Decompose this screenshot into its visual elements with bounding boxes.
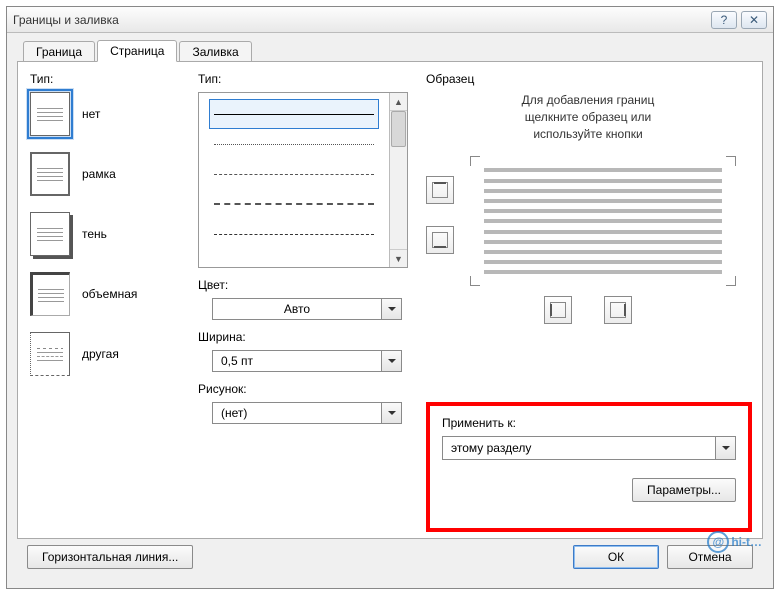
edge-top-button[interactable] [426, 176, 454, 204]
button-label: Отмена [688, 550, 731, 564]
scroll-up-icon[interactable]: ▲ [390, 93, 407, 111]
apply-to-value: этому разделу [451, 441, 531, 455]
preview-column: Образец Для добавления границ щелкните о… [426, 72, 750, 530]
edge-left-button[interactable] [544, 296, 572, 324]
edge-buttons-vertical [426, 176, 454, 286]
chevron-down-icon[interactable] [382, 298, 402, 320]
apply-to-label: Применить к: [442, 416, 736, 430]
width-combo[interactable]: 0,5 пт [212, 350, 402, 372]
line-style-item[interactable] [209, 219, 379, 249]
setting-label-text: нет [82, 107, 100, 121]
setting-label-text: рамка [82, 167, 116, 181]
preview-text-lines [484, 168, 722, 274]
art-label: Рисунок: [198, 382, 408, 396]
color-label: Цвет: [198, 278, 408, 292]
preview-corner [726, 276, 736, 286]
dialog-content: Граница Страница Заливка Тип: нет [7, 33, 773, 588]
edge-buttons-horizontal [426, 296, 750, 324]
setting-none[interactable]: нет [30, 92, 180, 136]
setting-none-icon [30, 92, 70, 136]
setting-box[interactable]: рамка [30, 152, 180, 196]
preview-corner [470, 276, 480, 286]
width-value: 0,5 пт [221, 354, 253, 368]
preview-area [426, 156, 750, 286]
scroll-down-icon[interactable]: ▼ [390, 249, 407, 267]
preview-hint-line: щелкните образец или [426, 109, 750, 126]
color-value: Авто [284, 302, 310, 316]
preview-corner [470, 156, 480, 166]
tab-border[interactable]: Граница [23, 41, 95, 62]
line-style-item[interactable] [209, 99, 379, 129]
art-combo[interactable]: (нет) [212, 402, 402, 424]
ok-button[interactable]: ОК [573, 545, 659, 569]
chevron-down-icon[interactable] [382, 402, 402, 424]
options-button-label: Параметры... [647, 483, 721, 497]
close-button[interactable]: ✕ [741, 11, 767, 29]
preview-hint-line: используйте кнопки [426, 126, 750, 143]
close-icon: ✕ [749, 13, 759, 27]
setting-label-text: тень [82, 227, 107, 241]
scroll-thumb[interactable] [391, 111, 406, 147]
setting-shadow-icon [30, 212, 70, 256]
page-preview[interactable] [462, 156, 744, 286]
edge-right-icon [610, 302, 626, 318]
setting-box-icon [30, 152, 70, 196]
edge-left-icon [550, 302, 566, 318]
style-column: Тип: ▲ ▼ [198, 72, 408, 530]
preview-corner [726, 156, 736, 166]
setting-label: Тип: [30, 72, 180, 86]
setting-3d[interactable]: объемная [30, 272, 180, 316]
titlebar: Границы и заливка ? ✕ [7, 7, 773, 33]
button-label: Горизонтальная линия... [42, 550, 178, 564]
borders-shading-dialog: Границы и заливка ? ✕ Граница Страница З… [6, 6, 774, 589]
chevron-down-icon[interactable] [382, 350, 402, 372]
setting-shadow[interactable]: тень [30, 212, 180, 256]
width-label: Ширина: [198, 330, 408, 344]
help-icon: ? [721, 13, 728, 27]
line-style-scrollbar[interactable]: ▲ ▼ [389, 93, 407, 267]
tab-panel: Тип: нет рамка [17, 61, 763, 539]
color-combo[interactable]: Авто [212, 298, 402, 320]
setting-column: Тип: нет рамка [30, 72, 180, 530]
line-style-item[interactable] [209, 189, 379, 219]
tab-label: Страница [110, 44, 164, 58]
style-type-label: Тип: [198, 72, 408, 86]
line-style-list-body [199, 93, 389, 267]
dialog-button-row: Горизонтальная линия... ОК Отмена [17, 539, 763, 579]
setting-label-text: другая [82, 347, 119, 361]
button-label: ОК [608, 550, 624, 564]
apply-to-group: Применить к: этому разделу Параметры... [426, 402, 752, 532]
edge-bottom-button[interactable] [426, 226, 454, 254]
edge-bottom-icon [432, 232, 448, 248]
cancel-button[interactable]: Отмена [667, 545, 753, 569]
tab-shading[interactable]: Заливка [179, 41, 251, 62]
chevron-down-icon[interactable] [716, 436, 736, 460]
preview-hint-line: Для добавления границ [426, 92, 750, 109]
art-value: (нет) [221, 406, 247, 420]
window-title: Границы и заливка [13, 13, 707, 27]
apply-to-combo[interactable]: этому разделу [442, 436, 736, 460]
horizontal-line-button[interactable]: Горизонтальная линия... [27, 545, 193, 569]
setting-label-text: объемная [82, 287, 137, 301]
edge-right-button[interactable] [604, 296, 632, 324]
setting-custom[interactable]: другая [30, 332, 180, 376]
preview-hint: Для добавления границ щелкните образец и… [426, 92, 750, 142]
tab-page[interactable]: Страница [97, 40, 177, 62]
tab-label: Граница [36, 45, 82, 59]
tab-strip: Граница Страница Заливка [23, 37, 763, 61]
help-button[interactable]: ? [711, 11, 737, 29]
setting-custom-icon [30, 332, 70, 376]
tab-label: Заливка [192, 45, 238, 59]
scroll-track[interactable] [390, 111, 407, 249]
options-button[interactable]: Параметры... [632, 478, 736, 502]
edge-top-icon [432, 182, 448, 198]
setting-3d-icon [30, 272, 70, 316]
line-style-list[interactable]: ▲ ▼ [198, 92, 408, 268]
line-style-item[interactable] [209, 159, 379, 189]
preview-section-label: Образец [426, 72, 750, 86]
line-style-item[interactable] [209, 129, 379, 159]
